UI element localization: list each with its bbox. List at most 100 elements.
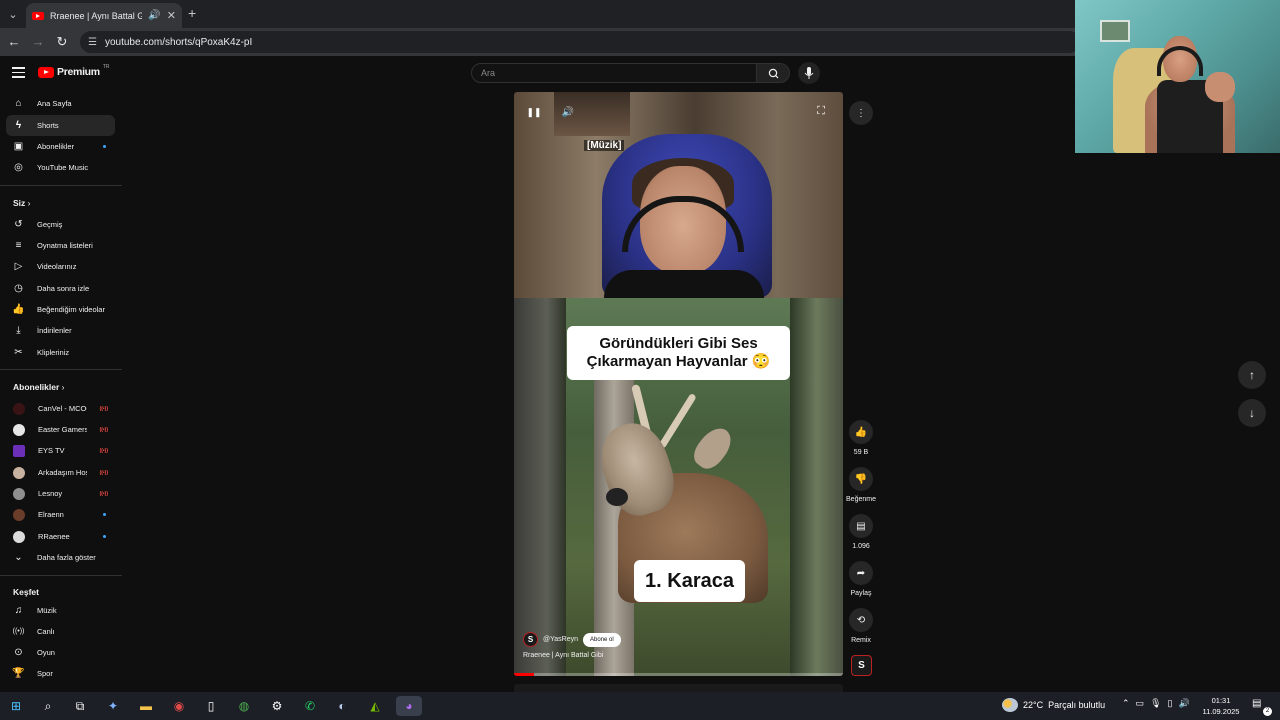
- sidebar-item-youtube-music[interactable]: ◎ YouTube Music: [6, 157, 115, 178]
- tab-list-button[interactable]: ⌄: [4, 5, 22, 23]
- logo-country: TR: [102, 64, 110, 70]
- chrome-icon[interactable]: ◍: [234, 696, 254, 716]
- section-explore: Keşfet: [13, 587, 39, 597]
- sidebar-item-shorts[interactable]: ϟ Shorts: [6, 115, 115, 136]
- volume-icon[interactable]: 🔊: [560, 104, 576, 120]
- remix-button[interactable]: ⟲: [849, 608, 873, 632]
- progress-fill: [514, 673, 534, 676]
- search-input[interactable]: Ara: [471, 63, 757, 83]
- copilot-icon[interactable]: ✦: [103, 696, 123, 716]
- divider: [0, 185, 122, 186]
- mic-icon[interactable]: 🎙: [1150, 698, 1161, 709]
- browser-tab[interactable]: Rraenee | Aynı Battal Gibi - 🔊 ✕: [26, 3, 182, 28]
- sidebar-item-channel[interactable]: CanVel - MCOC ((•)): [6, 398, 115, 419]
- mic-button[interactable]: [798, 62, 820, 84]
- show-more-button[interactable]: ⌄ Daha fazla göster: [6, 547, 115, 568]
- discord-icon[interactable]: ◕: [396, 696, 422, 716]
- previous-short-button[interactable]: ↑: [1238, 361, 1266, 389]
- sidebar-item-music[interactable]: ♫ Müzik: [6, 600, 115, 621]
- music-circle-icon: ◎: [14, 162, 23, 173]
- like-button[interactable]: 👍: [849, 420, 873, 444]
- subscribe-button[interactable]: Abone ol: [583, 632, 621, 647]
- speaker-icon[interactable]: 🔊: [148, 10, 160, 21]
- sidebar-item-channel[interactable]: Arkadaşım Hoşg... ((•)): [6, 462, 115, 483]
- home-icon: ⌂: [15, 98, 22, 109]
- section-subscriptions[interactable]: Abonelikler ›: [13, 382, 65, 392]
- pause-icon[interactable]: ❚❚: [526, 104, 542, 120]
- new-tab-button[interactable]: +: [188, 5, 202, 23]
- deer-nose: [606, 488, 628, 506]
- arrow-up-icon: ↑: [1249, 368, 1255, 382]
- sidebar-item-live[interactable]: ((•)) Canlı: [6, 621, 115, 642]
- next-short-preview[interactable]: [514, 684, 843, 692]
- sidebar-item-channel[interactable]: RRaenee: [6, 526, 115, 547]
- sidebar-item-playlists[interactable]: ≡ Oynatma listeleri: [6, 235, 115, 256]
- sidebar-item-home[interactable]: ⌂ Ana Sayfa: [6, 93, 115, 114]
- steam-icon[interactable]: ◐: [332, 696, 352, 716]
- arrow-right-icon[interactable]: →: [30, 34, 46, 50]
- progress-bar[interactable]: [514, 673, 843, 676]
- sidebar-item-channel[interactable]: Easter GamersTv ((•)): [6, 419, 115, 440]
- sidebar-item-channel[interactable]: Elraenn: [6, 504, 115, 525]
- sound-source-avatar[interactable]: S: [851, 655, 872, 676]
- avatar: [13, 444, 25, 457]
- share-button[interactable]: ➦: [849, 561, 873, 585]
- search-icon[interactable]: ⌕: [38, 696, 58, 716]
- clock-icon: ◷: [14, 283, 23, 294]
- tab-title: Rraenee | Aynı Battal Gibi -: [50, 10, 143, 21]
- more-options-icon[interactable]: ⋮: [849, 101, 873, 125]
- task-view-icon[interactable]: ⧉: [70, 696, 90, 716]
- next-short-button[interactable]: ↓: [1238, 399, 1266, 427]
- fullscreen-icon[interactable]: ⛶: [814, 104, 828, 118]
- steam-deck-icon[interactable]: ⚙: [267, 696, 287, 716]
- tune-icon[interactable]: ☰: [88, 37, 97, 48]
- clock[interactable]: 01:31 11.09.2025: [1198, 695, 1244, 717]
- section-you[interactable]: Siz ›: [13, 198, 31, 208]
- live-icon: ((•)): [99, 469, 108, 476]
- logo-text: Premium: [57, 66, 100, 78]
- notification-icon[interactable]: ▤ 2: [1252, 698, 1272, 716]
- close-icon[interactable]: ✕: [167, 9, 176, 22]
- arrow-down-icon: ↓: [1249, 406, 1255, 420]
- sidebar: ⌂ Ana Sayfa ϟ Shorts ▣ Abonelikler ◎ You…: [0, 90, 122, 692]
- arrow-left-icon[interactable]: ←: [6, 34, 22, 50]
- file-explorer-icon[interactable]: ▬: [136, 696, 156, 716]
- sidebar-item-channel[interactable]: Lesnoy ((•)): [6, 483, 115, 504]
- obs-icon[interactable]: ◉: [169, 696, 189, 716]
- comments-button[interactable]: ▤: [849, 514, 873, 538]
- network-icon[interactable]: ▯: [1168, 698, 1173, 709]
- video-title[interactable]: Rraenee | Aynı Battal Gibi: [523, 652, 603, 659]
- youtube-logo[interactable]: Premium TR: [38, 64, 110, 78]
- address-bar[interactable]: ☰ youtube.com/shorts/qPoxaK4z-pI: [80, 31, 1080, 53]
- sidebar-item-clips[interactable]: ✂ Klipleriniz: [6, 342, 115, 363]
- sidebar-item-your-videos[interactable]: ▷ Videolarınız: [6, 256, 115, 277]
- sidebar-item-channel[interactable]: EYS TV ((•)): [6, 440, 115, 461]
- nvidia-icon[interactable]: ◭: [365, 696, 385, 716]
- dislike-button[interactable]: 👎: [849, 467, 873, 491]
- whatsapp-icon[interactable]: ✆: [300, 696, 320, 716]
- deer-video: Göründükleri Gibi Ses Çıkarmayan Hayvanl…: [514, 298, 843, 676]
- avatar: [13, 487, 25, 500]
- channel-handle[interactable]: @YasReyn: [543, 636, 578, 643]
- sidebar-item-watch-later[interactable]: ◷ Daha sonra izle: [6, 278, 115, 299]
- display-icon[interactable]: ▭: [1136, 698, 1145, 709]
- sidebar-item-history[interactable]: ↺ Geçmiş: [6, 214, 115, 235]
- sidebar-item-liked-videos[interactable]: 👍 Beğendiğim videolar: [6, 299, 115, 320]
- channel-avatar[interactable]: S: [523, 632, 538, 647]
- shorts-player[interactable]: [Müzik] ❚❚ 🔊 ⛶ Göründükleri Gibi Ses Çık…: [514, 92, 843, 676]
- sidebar-item-gaming[interactable]: ⊙ Oyun: [6, 642, 115, 663]
- notepad-icon[interactable]: ▯: [201, 696, 221, 716]
- reload-icon[interactable]: ↻: [54, 34, 70, 50]
- chevron-up-icon[interactable]: ⌃: [1122, 698, 1130, 709]
- weather-widget[interactable]: 22°C Parçalı bulutlu: [1002, 698, 1105, 712]
- sidebar-item-downloads[interactable]: ⤓ İndirilenler: [6, 320, 115, 341]
- sidebar-item-subscriptions[interactable]: ▣ Abonelikler: [6, 136, 115, 157]
- avatar: [13, 423, 25, 436]
- divider: [0, 575, 122, 576]
- menu-icon[interactable]: [12, 67, 25, 78]
- sidebar-item-sports[interactable]: 🏆 Spor: [6, 663, 115, 684]
- windows-start-icon[interactable]: ⊞: [6, 696, 26, 716]
- search-button[interactable]: [756, 63, 790, 83]
- like-count: 59 B: [853, 449, 869, 456]
- speaker-icon[interactable]: 🔊: [1178, 698, 1189, 709]
